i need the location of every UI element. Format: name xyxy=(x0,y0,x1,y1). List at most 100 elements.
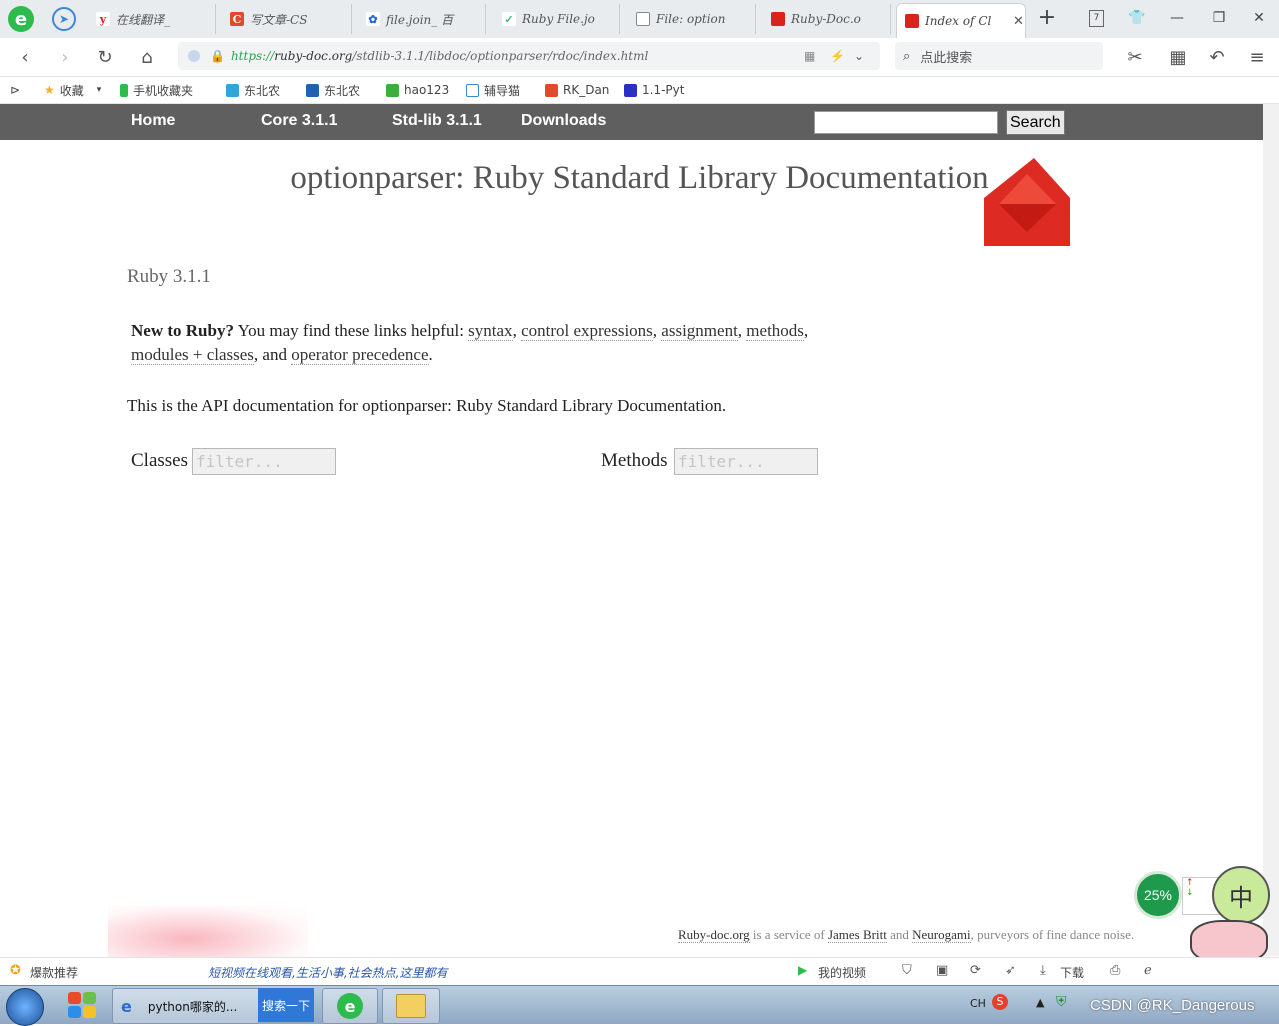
search-input[interactable]: ⌕ 点此搜索 xyxy=(895,42,1103,70)
folder-icon xyxy=(466,83,479,97)
minimize-button[interactable]: — xyxy=(1162,6,1192,30)
bookmark-favorites[interactable]: ★ 收藏 ▾ xyxy=(44,81,101,99)
close-window-button[interactable]: ✕ xyxy=(1244,6,1274,30)
refresh-circle-icon[interactable]: ⟳ xyxy=(970,963,981,978)
bookmarks-bar: ⊳ ★ 收藏 ▾ 手机收藏夹 东北农 东北农 hao123 辅导猫 RK_Dan 1… xyxy=(0,77,1279,104)
site-search-button[interactable]: Search xyxy=(1006,110,1065,135)
bookmark-fudaomao[interactable]: 辅导猫 xyxy=(466,81,520,99)
back-icon[interactable]: ‹ xyxy=(12,44,38,70)
bookmark-neau-2[interactable]: 东北农 xyxy=(306,81,360,99)
home-icon[interactable]: ⌂ xyxy=(134,44,160,70)
ruby-icon xyxy=(771,12,785,26)
skin-icon[interactable]: 👕 xyxy=(1122,6,1152,30)
chevron-down-icon[interactable]: ⌄ xyxy=(854,49,864,63)
taskbar-explorer-button[interactable] xyxy=(382,988,440,1024)
link-modules-classes[interactable]: modules + classes xyxy=(131,345,254,365)
ie-mode-icon[interactable]: ℯ xyxy=(1144,963,1152,978)
new-to-ruby-paragraph: New to Ruby? You may find these links he… xyxy=(131,321,809,365)
menu-icon[interactable]: ≡ xyxy=(1244,44,1270,70)
nav-core[interactable]: Core 3.1.1 xyxy=(261,112,337,130)
link-syntax[interactable]: syntax xyxy=(468,321,513,341)
phone-icon xyxy=(120,83,128,97)
undo-icon[interactable]: ↶ xyxy=(1204,44,1230,70)
ruby-logo xyxy=(984,158,1070,246)
browser-logo-icon[interactable]: e xyxy=(8,6,34,32)
page-icon xyxy=(636,12,650,26)
my-video-link[interactable]: 我的视频 xyxy=(818,964,866,981)
rocket-icon[interactable]: ➶ xyxy=(1005,963,1016,978)
sogou-icon[interactable]: S xyxy=(992,994,1008,1010)
tab-baidu[interactable]: ✿ file.join_ 百 xyxy=(358,4,486,34)
address-toolbar: ‹ › ↻ ⌂ 🔒 https:// ruby-doc.org /stdlib-… xyxy=(0,38,1279,77)
school-icon xyxy=(306,83,319,97)
bookmark-rk-dan[interactable]: RK_Dan xyxy=(545,81,609,99)
taskbar-browser-button[interactable]: e xyxy=(322,988,378,1024)
browser-logo-icon: e xyxy=(337,993,363,1019)
tab-youdao[interactable]: y 在线翻译_ xyxy=(88,4,216,34)
apps-grid-icon[interactable]: ▦ xyxy=(1165,44,1191,70)
taskbar-search-button[interactable]: 搜索一下 xyxy=(258,988,314,1022)
sidebar-toggle-icon[interactable]: ⊳ xyxy=(10,81,20,99)
bookmark-mobile[interactable]: 手机收藏夹 xyxy=(120,81,193,99)
nav-stdlib[interactable]: Std-lib 3.1.1 xyxy=(392,112,482,130)
image-icon[interactable]: ▣ xyxy=(936,963,948,978)
link-control-expressions[interactable]: control expressions xyxy=(521,321,653,341)
site-info-icon[interactable] xyxy=(188,50,200,62)
link-neurogami[interactable]: Neurogami xyxy=(912,927,971,943)
new-tab-button[interactable]: + xyxy=(1036,6,1058,30)
site-search-input[interactable] xyxy=(814,111,998,134)
forward-icon[interactable]: › xyxy=(52,44,78,70)
search-icon: ⌕ xyxy=(903,48,911,64)
tab-counter[interactable]: 7 xyxy=(1089,10,1104,27)
download-icon: ⤓ xyxy=(1040,963,1046,978)
shield-icon[interactable]: ⛉ xyxy=(902,963,912,978)
scissors-icon[interactable]: ✂ xyxy=(1122,44,1148,70)
link-assignment[interactable]: assignment xyxy=(661,321,738,341)
bookmark-hao123[interactable]: hao123 xyxy=(386,81,449,99)
page-footer: Ruby-doc.org is a service of James Britt… xyxy=(678,927,1135,943)
bookmark-neau-1[interactable]: 东北农 xyxy=(226,81,280,99)
lock-icon xyxy=(226,83,239,97)
tray-expand-icon[interactable]: ▲ xyxy=(1036,996,1044,1009)
recommend-label[interactable]: 爆款推荐 xyxy=(30,964,78,981)
url-field[interactable]: 🔒 https:// ruby-doc.org /stdlib-3.1.1/li… xyxy=(178,42,880,70)
print-icon[interactable]: ⎙ xyxy=(1110,963,1120,978)
hot-icon: ✪ xyxy=(10,963,21,978)
navigation-arrow-icon[interactable]: ➤ xyxy=(52,7,76,31)
news-ticker[interactable]: 短视频在线观看,生活小事,社会热点,这里都有 xyxy=(208,964,447,981)
close-tab-icon[interactable]: ✕ xyxy=(1013,14,1024,29)
tab-csdn-write[interactable]: C 写文章-CS xyxy=(222,4,352,34)
security-tray-icon[interactable]: ⛨ xyxy=(1056,994,1067,1010)
download-link[interactable]: 下载 xyxy=(1060,964,1084,981)
explorer-colorful-icon[interactable] xyxy=(66,990,98,1020)
qr-code-icon[interactable]: ▦ xyxy=(804,49,815,63)
reload-icon[interactable]: ↻ xyxy=(92,44,118,70)
restore-button[interactable]: ❐ xyxy=(1204,6,1234,30)
tab-ruby-file[interactable]: ✓ Ruby File.jo xyxy=(494,4,620,34)
language-indicator[interactable]: CH xyxy=(970,997,986,1010)
link-james-britt[interactable]: James Britt xyxy=(827,927,887,943)
ruby-icon xyxy=(905,14,919,28)
tab-index-of-classes[interactable]: Index of Cl ✕ xyxy=(896,3,1026,38)
nav-downloads[interactable]: Downloads xyxy=(521,112,606,130)
bookmark-python[interactable]: 1.1-Pyt xyxy=(624,81,684,99)
folder-icon xyxy=(396,994,426,1018)
start-button-icon[interactable] xyxy=(6,988,44,1026)
ruby-version: Ruby 3.1.1 xyxy=(127,266,211,287)
taskbar-ie-window[interactable]: e python哪家的... xyxy=(112,988,260,1024)
ime-indicator[interactable]: 中 xyxy=(1212,866,1270,924)
tab-file-option[interactable]: File: option xyxy=(628,4,756,34)
browser-tab-bar: e ➤ y 在线翻译_ C 写文章-CS ✿ file.join_ 百 ✓ Ru… xyxy=(0,0,1279,39)
speed-icon[interactable]: ⚡ xyxy=(830,49,845,63)
page-scrollbar[interactable] xyxy=(1263,104,1279,956)
python-icon xyxy=(624,83,637,97)
network-speed-gauge[interactable]: 25% xyxy=(1134,871,1182,919)
link-operator-precedence[interactable]: operator precedence xyxy=(291,345,429,365)
nav-home[interactable]: Home xyxy=(131,112,175,130)
link-methods[interactable]: methods xyxy=(746,321,804,341)
csdn-icon xyxy=(545,83,558,97)
classes-filter-input[interactable]: filter... xyxy=(192,448,336,475)
tab-ruby-doc[interactable]: Ruby-Doc.o xyxy=(763,4,891,34)
methods-filter-input[interactable]: filter... xyxy=(674,448,818,475)
link-ruby-doc[interactable]: Ruby-doc.org xyxy=(678,927,750,943)
